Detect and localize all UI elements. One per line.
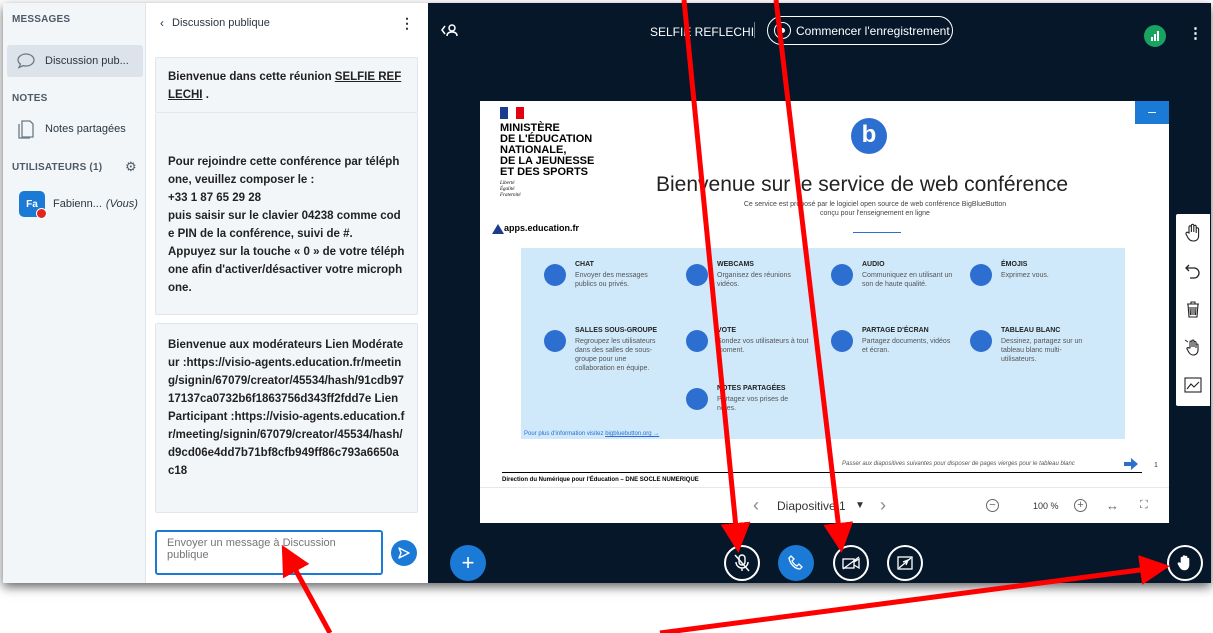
arrow-to-raise-hand [659, 555, 1170, 633]
arrow-to-message-input [281, 544, 333, 633]
arrow-to-webcam [773, 0, 854, 553]
arrow-to-mic [681, 0, 751, 553]
screenshot-frame: MESSAGES Discussion pub... NOTES Notes p… [0, 0, 1213, 633]
annotation-arrows [281, 0, 1170, 633]
